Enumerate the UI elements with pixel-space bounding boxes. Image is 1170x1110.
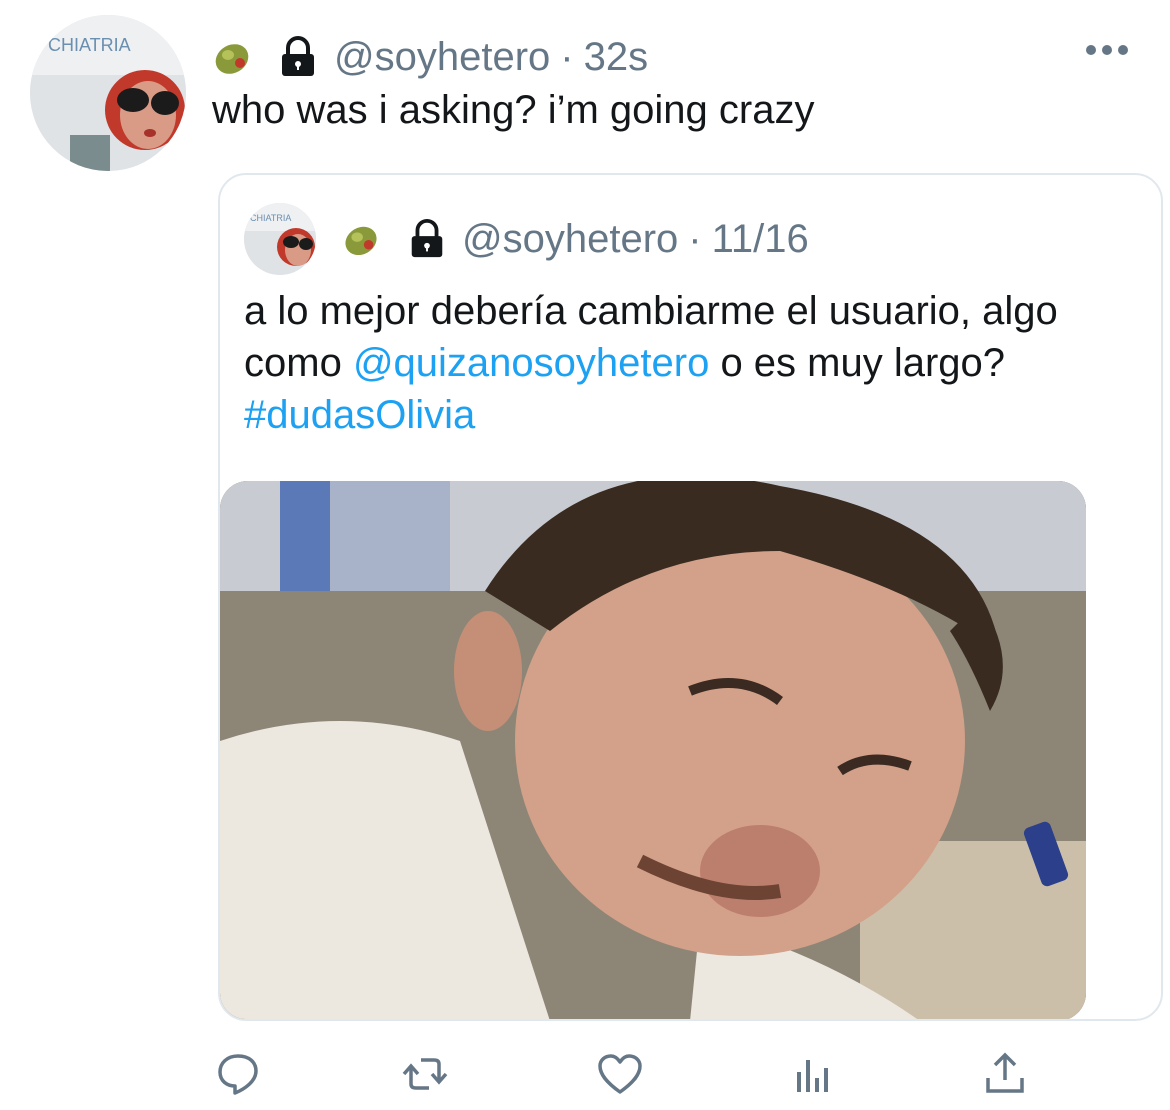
photo-of-man bbox=[220, 481, 1086, 1019]
share-button[interactable] bbox=[977, 1046, 1033, 1102]
reply-button[interactable] bbox=[210, 1046, 266, 1102]
hashtag-link[interactable]: #dudasOlivia bbox=[244, 393, 475, 437]
quoted-tweet-date[interactable]: 11/16 bbox=[712, 217, 809, 262]
tweet-timestamp[interactable]: 32s bbox=[584, 35, 649, 80]
olive-emoji-icon bbox=[345, 226, 377, 256]
like-button[interactable] bbox=[592, 1046, 648, 1102]
quoted-avatar-sign-text: CHIATRIA bbox=[250, 213, 291, 223]
quoted-tweet[interactable]: CHIATRIA @soyhetero · 11/16 a lo mejor d… bbox=[218, 173, 1163, 1021]
tweet-actions bbox=[210, 1046, 1040, 1102]
separator-dot: · bbox=[688, 216, 702, 261]
lock-icon bbox=[411, 218, 443, 258]
more-icon[interactable] bbox=[1086, 38, 1132, 62]
tweet-header: @soyhetero · 32s bbox=[210, 32, 648, 82]
quoted-avatar[interactable]: CHIATRIA bbox=[244, 203, 316, 275]
avatar-photo: CHIATRIA bbox=[30, 15, 186, 171]
separator-dot: · bbox=[560, 34, 574, 79]
retweet-icon bbox=[402, 1058, 448, 1090]
profile-avatar[interactable]: CHIATRIA bbox=[30, 15, 186, 171]
share-icon bbox=[986, 1052, 1024, 1093]
retweet-button[interactable] bbox=[397, 1046, 453, 1102]
tweet-text: who was i asking? i’m going crazy bbox=[212, 88, 815, 132]
reply-icon bbox=[218, 1054, 258, 1095]
analytics-icon bbox=[797, 1060, 828, 1092]
analytics-button[interactable] bbox=[785, 1046, 841, 1102]
more-dot bbox=[1086, 45, 1096, 55]
more-dot bbox=[1102, 45, 1112, 55]
quoted-media-image[interactable] bbox=[220, 481, 1086, 1019]
quoted-avatar-photo: CHIATRIA bbox=[244, 203, 316, 275]
more-dot bbox=[1118, 45, 1128, 55]
author-handle[interactable]: @soyhetero bbox=[334, 35, 550, 80]
mention-link[interactable]: @quizanosoyhetero bbox=[353, 341, 709, 385]
olive-emoji-icon bbox=[215, 44, 249, 74]
quoted-author-handle[interactable]: @soyhetero bbox=[462, 217, 678, 262]
quoted-tweet-text: a lo mejor debería cambiarme el usuario,… bbox=[244, 285, 1104, 441]
lock-icon bbox=[282, 36, 314, 76]
quoted-tweet-header: CHIATRIA @soyhetero · 11/16 bbox=[244, 199, 809, 279]
quoted-text-part: o es muy largo? bbox=[709, 341, 1006, 385]
heart-icon bbox=[598, 1054, 642, 1094]
avatar-sign-text: CHIATRIA bbox=[48, 35, 131, 55]
